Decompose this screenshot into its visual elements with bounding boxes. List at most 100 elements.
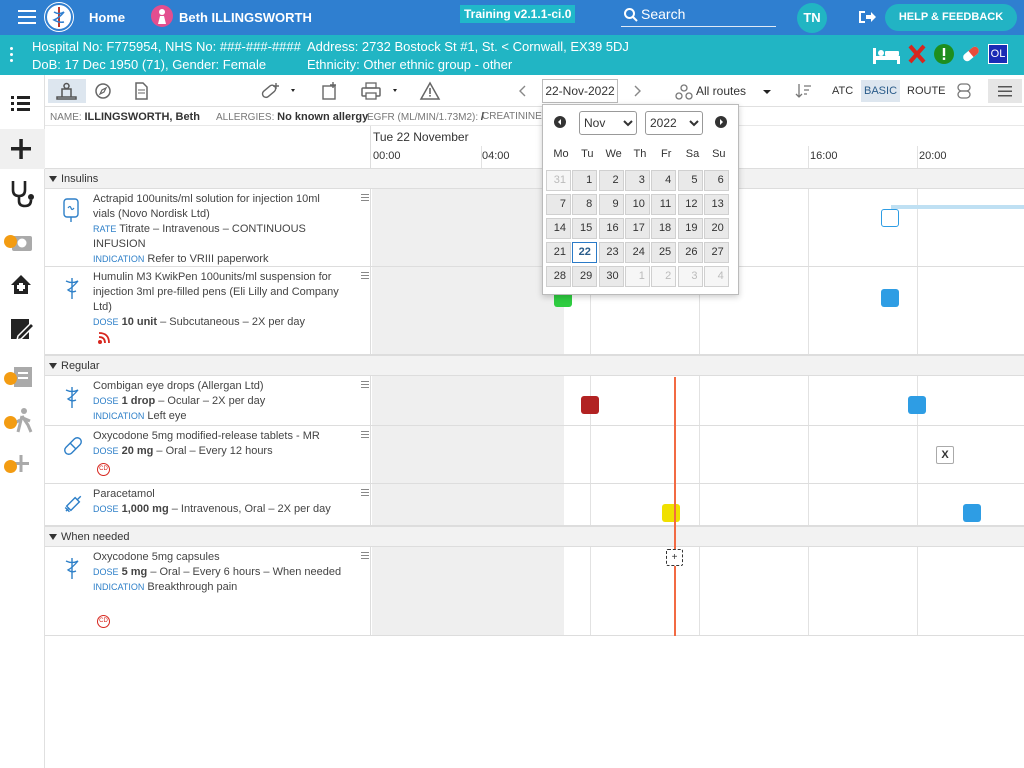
drug-row-combigan[interactable]: Combigan eye drops (Allergan Ltd) DOSE 1…: [45, 376, 1024, 426]
calendar-day[interactable]: 1: [572, 170, 598, 191]
capsule-icon[interactable]: [953, 79, 975, 103]
calendar-day[interactable]: 1: [624, 266, 650, 287]
compass-icon[interactable]: [91, 79, 115, 103]
tab-route[interactable]: ROUTE: [904, 80, 949, 102]
more-options-icon[interactable]: [10, 47, 14, 65]
calendar-day[interactable]: 13: [703, 194, 729, 215]
add-locked-icon[interactable]: [0, 445, 45, 485]
calendar-day[interactable]: 26: [677, 242, 703, 263]
stethoscope-icon[interactable]: [0, 173, 45, 213]
omitted-marker[interactable]: X: [936, 446, 954, 464]
calendar-day[interactable]: 6: [703, 170, 729, 191]
edit-notes-icon[interactable]: [0, 309, 45, 349]
calendar-day[interactable]: 9: [598, 194, 624, 215]
date-field[interactable]: 22-Nov-2022: [542, 79, 618, 103]
row-menu-icon[interactable]: [361, 431, 369, 440]
calendar-day[interactable]: 4: [703, 266, 729, 287]
menu-icon[interactable]: [988, 79, 1022, 103]
row-menu-icon[interactable]: [361, 272, 369, 281]
calendar-day[interactable]: 21: [546, 242, 571, 263]
drug-row-oxycodone-mr[interactable]: Oxycodone 5mg modified-release tablets -…: [45, 426, 1024, 484]
drug-info[interactable]: Paracetamol DOSE 1,000 mg – Intravenous,…: [45, 484, 371, 525]
missed-marker[interactable]: [581, 396, 599, 414]
previous-day-icon[interactable]: [515, 79, 531, 103]
calendar-day[interactable]: 4: [651, 170, 677, 191]
calendar-day[interactable]: 3: [624, 170, 650, 191]
calendar-day[interactable]: 10: [624, 194, 650, 215]
calendar-day[interactable]: 22: [572, 242, 598, 263]
user-avatar[interactable]: TN: [797, 3, 827, 33]
drug-info[interactable]: Humulin M3 KwikPen 100units/ml suspensio…: [45, 267, 371, 354]
calendar-day[interactable]: 15: [572, 218, 598, 239]
drug-info[interactable]: Combigan eye drops (Allergan Ltd) DOSE 1…: [45, 376, 371, 425]
bed-icon[interactable]: [872, 44, 900, 66]
calendar-day[interactable]: 7: [546, 194, 571, 215]
row-menu-icon[interactable]: [361, 381, 369, 390]
home-link[interactable]: Home: [89, 10, 125, 25]
chevron-down-icon[interactable]: [760, 79, 774, 103]
calendar-day[interactable]: 27: [703, 242, 729, 263]
drug-info[interactable]: Actrapid 100units/ml solution for inject…: [45, 189, 371, 266]
section-when-needed[interactable]: When needed: [45, 526, 1024, 547]
collapse-icon[interactable]: [49, 176, 57, 182]
help-feedback-button[interactable]: HELP & FEEDBACK: [885, 4, 1017, 31]
calendar-day[interactable]: 5: [677, 170, 703, 191]
add-document-icon[interactable]: [318, 79, 342, 103]
due-marker[interactable]: [881, 289, 899, 307]
calendar-day[interactable]: 17: [624, 218, 650, 239]
home-care-icon[interactable]: [0, 265, 45, 305]
calendar-day[interactable]: 20: [703, 218, 729, 239]
walking-icon[interactable]: [0, 401, 45, 441]
calendar-day[interactable]: 8: [572, 194, 598, 215]
app-logo[interactable]: [44, 2, 74, 32]
routes-dropdown[interactable]: All routes: [696, 84, 746, 98]
row-menu-icon[interactable]: [361, 552, 369, 561]
row-menu-icon[interactable]: [361, 489, 369, 498]
calendar-day[interactable]: 28: [546, 266, 571, 287]
calendar-day[interactable]: 2: [598, 170, 624, 191]
alert-icon[interactable]: [934, 44, 956, 66]
add-medication-button[interactable]: [258, 79, 298, 103]
year-select[interactable]: 2022: [645, 111, 703, 135]
calendar-day[interactable]: 12: [677, 194, 703, 215]
calendar-day[interactable]: 3: [677, 266, 703, 287]
warning-icon[interactable]: [418, 79, 442, 103]
close-icon[interactable]: [908, 44, 930, 66]
infusion-bar[interactable]: [891, 205, 1024, 209]
calendar-day[interactable]: 25: [651, 242, 677, 263]
administration-view-button[interactable]: [48, 79, 86, 103]
calendar-day[interactable]: 23: [598, 242, 624, 263]
tab-basic[interactable]: BASIC: [861, 80, 901, 102]
drug-row-actrapid[interactable]: Actrapid 100units/ml solution for inject…: [45, 189, 1024, 267]
calendar-day[interactable]: 19: [677, 218, 703, 239]
calendar-day[interactable]: 16: [598, 218, 624, 239]
drug-row-paracetamol[interactable]: Paracetamol DOSE 1,000 mg – Intravenous,…: [45, 484, 1024, 526]
drug-row-humulin[interactable]: Humulin M3 KwikPen 100units/ml suspensio…: [45, 267, 1024, 355]
scheduled-marker[interactable]: [881, 209, 899, 227]
drug-info[interactable]: Oxycodone 5mg capsules DOSE 5 mg – Oral …: [45, 547, 371, 635]
patient-name[interactable]: Beth ILLINGSWORTH: [179, 10, 312, 25]
camera-icon[interactable]: [0, 225, 45, 265]
next-month-icon[interactable]: [715, 116, 727, 128]
section-regular[interactable]: Regular: [45, 355, 1024, 376]
ol-badge[interactable]: OL: [988, 44, 1008, 64]
print-button[interactable]: [358, 79, 402, 103]
collapse-icon[interactable]: [49, 534, 57, 540]
tab-atc[interactable]: ATC: [829, 80, 856, 102]
add-dose-button[interactable]: +: [666, 549, 683, 566]
drug-row-oxycodone-capsules[interactable]: Oxycodone 5mg capsules DOSE 5 mg – Oral …: [45, 547, 1024, 636]
next-day-icon[interactable]: [629, 79, 645, 103]
search-input[interactable]: Search: [621, 5, 776, 27]
logout-icon[interactable]: [857, 9, 877, 25]
calendar-day[interactable]: 2: [651, 266, 677, 287]
calendar-day[interactable]: 14: [546, 218, 571, 239]
add-icon[interactable]: [0, 129, 45, 169]
month-select[interactable]: Nov: [579, 111, 637, 135]
due-now-marker[interactable]: [662, 504, 680, 522]
due-marker[interactable]: [908, 396, 926, 414]
calendar-day[interactable]: 11: [651, 194, 677, 215]
pill-icon[interactable]: [960, 44, 982, 66]
row-menu-icon[interactable]: [361, 194, 369, 203]
collapse-icon[interactable]: [49, 363, 57, 369]
sort-icon[interactable]: [795, 79, 813, 103]
